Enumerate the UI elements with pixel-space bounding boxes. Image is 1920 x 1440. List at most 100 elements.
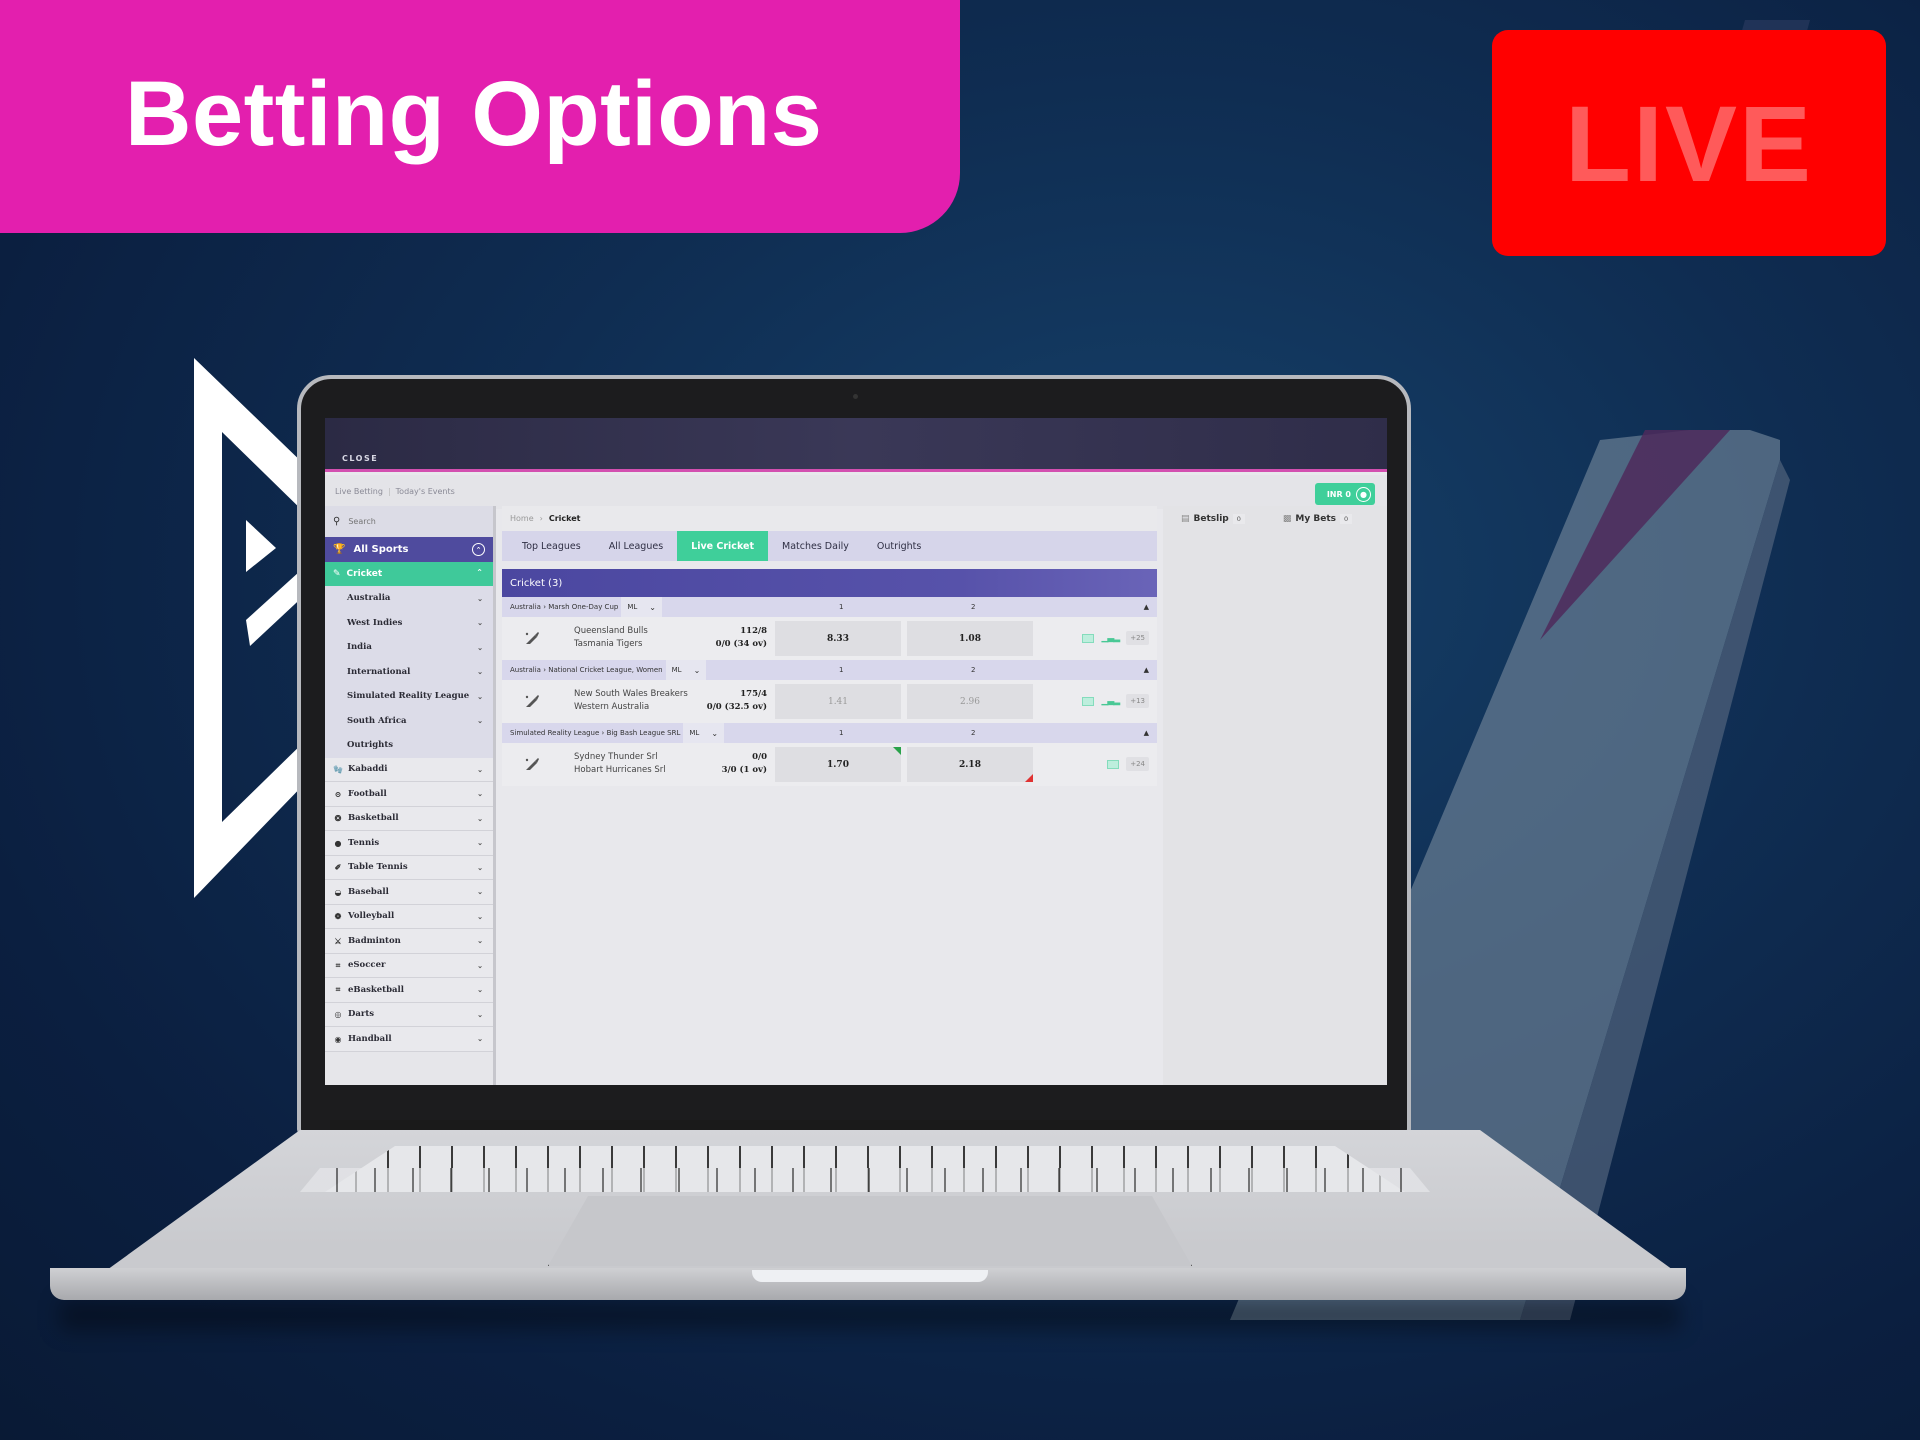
market-select[interactable]: ML ⌄: [665, 660, 707, 680]
match-row[interactable]: Queensland Bulls Tasmania Tigers 112/8 0/0 …: [502, 617, 1157, 660]
live-badge: LIVE: [1492, 30, 1886, 256]
tab-top-leagues[interactable]: Top Leagues: [508, 531, 595, 561]
sidebar-item-basketball[interactable]: ❂ Basketball ⌄: [325, 806, 493, 831]
sidebar-item-volleyball[interactable]: ❁ Volleyball ⌄: [325, 904, 493, 929]
collapse-triangle-icon[interactable]: ▲: [1144, 603, 1149, 611]
market-select[interactable]: ML ⌄: [621, 597, 662, 617]
league-title[interactable]: Marsh One-Day Cup: [548, 603, 618, 611]
more-markets-button[interactable]: +25: [1126, 631, 1149, 645]
page-title: Betting Options: [125, 63, 823, 165]
sidebar-item-darts[interactable]: ◎ Darts ⌄: [325, 1002, 493, 1027]
sidebar-item-cricket[interactable]: ✎ Cricket ⌃: [325, 562, 493, 586]
all-sports-header[interactable]: 🏆 All Sports ⌃: [325, 537, 493, 562]
sidebar-subitem[interactable]: South Africa ⌄: [325, 708, 493, 733]
close-button[interactable]: CLOSE: [342, 454, 378, 463]
sidebar-item-label: Football: [348, 788, 387, 799]
market-select[interactable]: ML ⌄: [683, 723, 725, 743]
category-header: Cricket (3): [502, 569, 1157, 597]
stats-icon[interactable]: ▁▃▂: [1101, 696, 1120, 706]
odds-button-2[interactable]: 1.08: [907, 621, 1033, 656]
league-header: Simulated Reality League › Big Bash Leag…: [502, 723, 1157, 743]
chevron-down-icon: ⌄: [477, 618, 483, 628]
field-view-icon[interactable]: [1082, 696, 1095, 706]
sidebar-subitem-label: Outrights: [347, 740, 394, 751]
league-country[interactable]: Simulated Reality League: [510, 729, 599, 737]
sidebar-item-label: Darts: [348, 1009, 375, 1020]
sidebar-item-badminton[interactable]: ⚔ Badminton ⌄: [325, 929, 493, 954]
match-actions: +24: [1107, 757, 1149, 771]
market-value: ML: [689, 729, 700, 737]
league-path: Australia › National Cricket League, Wom…: [502, 660, 707, 680]
collapse-circle-icon[interactable]: ⌃: [472, 543, 485, 556]
field-view-icon[interactable]: [1082, 633, 1095, 643]
column-header-2: 2: [971, 666, 976, 674]
sidebar-item-label: eBasketball: [348, 984, 405, 995]
league-country[interactable]: Australia: [510, 666, 541, 674]
cricket-sub-list: Australia ⌄ West Indies ⌄ India ⌄ Internationa…: [325, 586, 493, 758]
sidebar-subitem[interactable]: International ⌄: [325, 659, 493, 684]
breadcrumb-home[interactable]: Home: [510, 514, 534, 523]
stats-icon[interactable]: ▁▃▂: [1101, 633, 1120, 643]
odds-button-2[interactable]: 2.96: [907, 684, 1033, 719]
odds-button-1[interactable]: 8.33: [775, 621, 901, 656]
sidebar-subitem-label: Simulated Reality League: [347, 691, 470, 702]
live-betting-link[interactable]: Live Betting: [335, 487, 383, 496]
sidebar-item-football[interactable]: ⊙ Football ⌄: [325, 782, 493, 807]
sidebar-item-kabaddi[interactable]: 🧤 Kabaddi ⌄: [325, 757, 493, 782]
sidebar-subitem[interactable]: Australia ⌄: [325, 586, 493, 611]
tab-outrights[interactable]: Outrights: [863, 531, 936, 561]
chevron-down-icon: ⌄: [477, 691, 483, 701]
odds-button-1[interactable]: 1.41: [775, 684, 901, 719]
sidebar-item-label: Kabaddi: [348, 764, 388, 775]
laptop-notch: [752, 1270, 988, 1282]
match-row[interactable]: Sydney Thunder Srl Hobart Hurricanes Srl 0…: [502, 743, 1157, 786]
collapse-triangle-icon[interactable]: ▲: [1144, 729, 1149, 737]
webcam: [853, 394, 858, 399]
tab-matches-daily[interactable]: Matches Daily: [768, 531, 863, 561]
league-title[interactable]: National Cricket League, Women: [548, 666, 662, 674]
match-list: Australia › Marsh One-Day Cup ML ⌄ 1 2 ▲ Queen…: [502, 597, 1157, 786]
betslip-tab[interactable]: ▤ Betslip 0: [1181, 513, 1245, 524]
esoccer-icon: ⌗: [335, 959, 341, 970]
more-markets-button[interactable]: +24: [1126, 757, 1149, 771]
chevron-down-icon: ⌄: [477, 936, 483, 946]
column-header-2: 2: [971, 603, 976, 611]
odds-value: 1.08: [959, 633, 981, 644]
odds-button-1[interactable]: 1.70: [775, 747, 901, 782]
league-country[interactable]: Australia: [510, 603, 541, 611]
sidebar-item-label: Table Tennis: [348, 862, 408, 873]
tab-all-leagues[interactable]: All Leagues: [595, 531, 677, 561]
chevron-down-icon: ⌄: [477, 838, 483, 848]
odds-button-2[interactable]: 2.18: [907, 747, 1033, 782]
chevron-down-icon: ⌄: [477, 862, 483, 872]
my-bets-tab[interactable]: ▩ My Bets 0: [1283, 513, 1353, 524]
sidebar-item-ebasketball[interactable]: ⌗ eBasketball ⌄: [325, 978, 493, 1003]
field-view-icon[interactable]: [1107, 759, 1120, 769]
sidebar-subitem[interactable]: India ⌄: [325, 635, 493, 660]
chevron-up-icon: ⌃: [476, 568, 483, 577]
darts-icon: ◎: [334, 1009, 342, 1020]
market-value: ML: [671, 666, 682, 674]
sidebar-subitem[interactable]: Simulated Reality League ⌄: [325, 684, 493, 709]
sidebar-subitem[interactable]: West Indies ⌄: [325, 610, 493, 635]
odds-down-indicator: [1025, 774, 1033, 782]
betslip-label: Betslip: [1193, 513, 1229, 524]
sidebar-item-label: Basketball: [348, 813, 399, 824]
league-title[interactable]: Big Bash League SRL: [607, 729, 681, 737]
collapse-triangle-icon[interactable]: ▲: [1144, 666, 1149, 674]
sidebar-item-baseball[interactable]: ◒ Baseball ⌄: [325, 880, 493, 905]
more-markets-button[interactable]: +13: [1126, 694, 1149, 708]
sidebar-item-esoccer[interactable]: ⌗ eSoccer ⌄: [325, 953, 493, 978]
sport-tabs: Top Leagues All Leagues Live Cricket Matche…: [502, 531, 1157, 561]
todays-events-link[interactable]: Today's Events: [396, 487, 455, 496]
tab-live-cricket[interactable]: Live Cricket: [677, 531, 768, 561]
section-links: Live Betting | Today's Events: [335, 487, 455, 496]
search-input[interactable]: [348, 517, 469, 526]
sidebar-item-handball[interactable]: ◉ Handball ⌄: [325, 1027, 493, 1052]
account-balance-button[interactable]: INR 0 ●: [1315, 483, 1375, 505]
match-row[interactable]: New South Wales Breakers Western Australi…: [502, 680, 1157, 723]
sidebar-subitem[interactable]: Outrights: [325, 733, 493, 758]
sidebar-item-tennis[interactable]: ● Tennis ⌄: [325, 831, 493, 856]
market-value: ML: [627, 603, 638, 611]
sidebar-item-table-tennis[interactable]: ✐ Table Tennis ⌄: [325, 855, 493, 880]
